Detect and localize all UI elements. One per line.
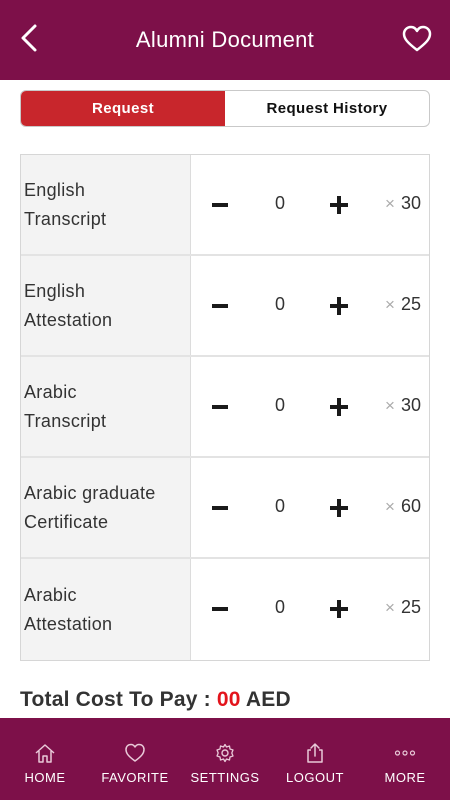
tab-label: HOME [24,770,66,785]
table-row: English Attestation 0 × 25 [21,256,429,357]
tab-home[interactable]: HOME [0,718,90,800]
quantity-stepper: 0 × 60 [191,458,429,557]
document-table: English Transcript 0 × 30 English Attestati… [20,154,430,661]
increment-button[interactable] [330,600,348,618]
heart-icon[interactable] [402,25,432,53]
unit-price: × 25 [385,597,421,617]
bottom-tab-bar: HOME FAVORITE SETTINGS LOGOUT MORE [0,718,450,800]
more-icon [394,750,416,756]
tab-more[interactable]: MORE [360,718,450,800]
total-label: Total Cost To Pay : [20,688,217,711]
app-header: Alumni Document [0,0,450,80]
total-amount: 00 [216,688,241,711]
unit-price: × 30 [385,395,421,415]
tab-logout[interactable]: LOGOUT [270,718,360,800]
tab-label: LOGOUT [286,770,344,785]
tab-label: SETTINGS [190,770,260,785]
document-name: Arabic graduate Certificate [21,458,191,557]
increment-button[interactable] [330,398,348,416]
tab-label: FAVORITE [101,770,169,785]
quantity-value: 0 [274,294,285,314]
table-row: Arabic graduate Certificate 0 × 60 [21,458,429,559]
decrement-button[interactable] [212,506,228,510]
document-name: Arabic Transcript [21,357,191,456]
page-title: Alumni Document [135,27,315,52]
quantity-value: 0 [274,597,285,617]
tab-request-history[interactable]: Request History [225,91,429,126]
tab-favorite[interactable]: FAVORITE [90,718,180,800]
quantity-stepper: 0 × 25 [191,256,429,355]
increment-button[interactable] [330,297,348,315]
increment-button[interactable] [330,196,348,214]
home-icon [35,744,55,763]
unit-price: × 30 [385,193,421,213]
quantity-stepper: 0 × 30 [191,357,429,456]
total-currency: AED [240,688,291,711]
heart-icon [125,743,145,762]
share-icon [307,743,323,763]
tab-label: MORE [384,770,426,785]
quantity-value: 0 [274,193,285,213]
table-row: Arabic Transcript 0 × 30 [21,357,429,458]
increment-button[interactable] [330,499,348,517]
table-row: Arabic Attestation 0 × 25 [21,559,429,660]
quantity-stepper: 0 × 30 [191,155,429,254]
unit-price: × 25 [385,294,421,314]
gear-icon [216,743,234,763]
tab-settings[interactable]: SETTINGS [180,718,270,800]
document-name: Arabic Attestation [21,559,191,660]
tab-request[interactable]: Request [21,91,225,126]
document-name: English Attestation [21,256,191,355]
decrement-button[interactable] [212,607,228,611]
quantity-stepper: 0 × 25 [191,559,429,660]
total-cost: Total Cost To Pay : 00 AED [20,688,291,712]
decrement-button[interactable] [212,405,228,409]
quantity-value: 0 [274,496,285,516]
decrement-button[interactable] [212,203,228,207]
request-segmented-control: Request Request History [20,90,430,127]
document-name: English Transcript [21,155,191,254]
table-row: English Transcript 0 × 30 [21,155,429,256]
quantity-value: 0 [274,395,285,415]
unit-price: × 60 [385,496,421,516]
decrement-button[interactable] [212,304,228,308]
